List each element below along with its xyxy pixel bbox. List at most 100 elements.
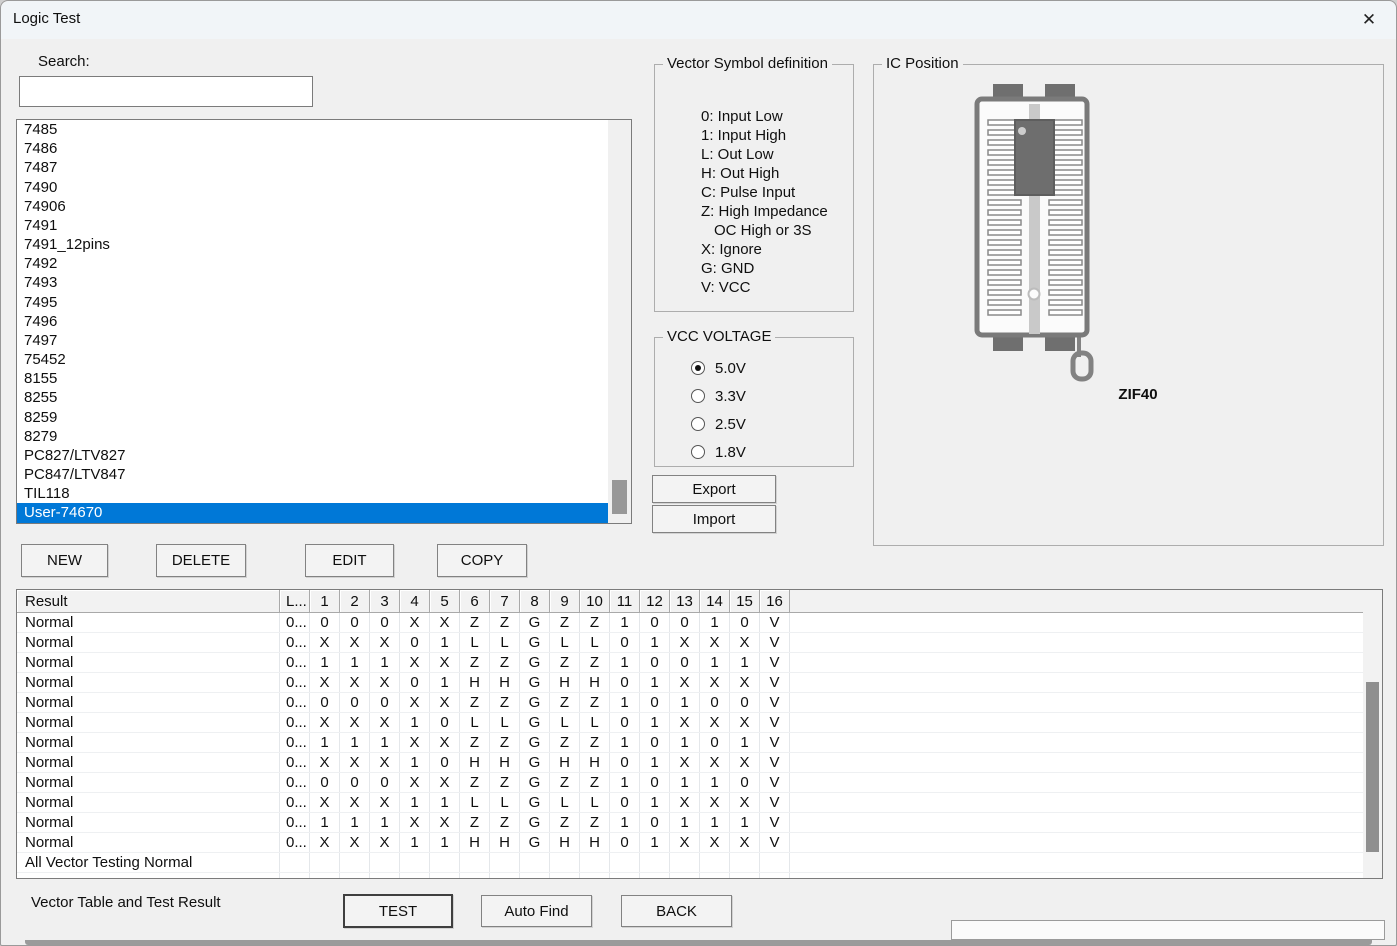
vector-symbol-line: G: GND xyxy=(701,259,828,278)
vcc-option[interactable]: 5.0V xyxy=(691,354,746,382)
device-list-item[interactable]: 7496 xyxy=(17,312,631,331)
table-header-cell[interactable]: 12 xyxy=(640,590,670,613)
table-header-cell[interactable]: 14 xyxy=(700,590,730,613)
table-header-cell[interactable]: 13 xyxy=(670,590,700,613)
copy-button[interactable]: COPY xyxy=(437,544,527,577)
result-cell: Normal xyxy=(17,653,280,672)
pin-cell: 0 xyxy=(610,793,640,812)
table-header-cell[interactable]: 1 xyxy=(310,590,340,613)
table-row[interactable]: Normal0...XXX10HHGHH01XXXV xyxy=(17,753,1363,773)
table-scrollbar[interactable] xyxy=(1363,590,1382,878)
device-list-scrollbar[interactable] xyxy=(608,120,631,523)
device-list-item[interactable]: User-74670 xyxy=(17,503,608,522)
table-row[interactable]: Normal0...XXX11LLGLL01XXXV xyxy=(17,793,1363,813)
new-button[interactable]: NEW xyxy=(21,544,108,577)
table-row[interactable]: Normal0...000XXZZGZZ10110V xyxy=(17,773,1363,793)
table-header-cell[interactable]: 5 xyxy=(430,590,460,613)
device-list-item[interactable]: 8279 xyxy=(17,427,631,446)
device-list-item[interactable]: TIL118 xyxy=(17,484,631,503)
table-header-cell[interactable]: 3 xyxy=(370,590,400,613)
device-list-item[interactable]: 7487 xyxy=(17,158,631,177)
table-header-cell[interactable]: 16 xyxy=(760,590,790,613)
device-list-item[interactable]: 74906 xyxy=(17,197,631,216)
device-list-item[interactable]: 8155 xyxy=(17,369,631,388)
close-icon[interactable]: ✕ xyxy=(1354,6,1384,34)
level-cell: 0... xyxy=(280,613,310,632)
pin-cell: L xyxy=(460,793,490,812)
pin-cell: 1 xyxy=(340,653,370,672)
table-row[interactable]: Normal0...XXX01HHGHH01XXXV xyxy=(17,673,1363,693)
device-list-item[interactable]: 7497 xyxy=(17,331,631,350)
vcc-option[interactable]: 1.8V xyxy=(691,438,746,466)
edit-button[interactable]: EDIT xyxy=(305,544,394,577)
pin-cell: 0 xyxy=(640,733,670,752)
table-row[interactable]: Normal0...XXX10LLGLL01XXXV xyxy=(17,713,1363,733)
pin-cell: Z xyxy=(580,733,610,752)
pin-cell: X xyxy=(370,793,400,812)
table-header-cell[interactable]: Result xyxy=(17,590,280,613)
pin-cell: Z xyxy=(550,773,580,792)
device-list-item[interactable]: 7486 xyxy=(17,139,631,158)
table-header-cell[interactable]: 4 xyxy=(400,590,430,613)
table-row[interactable]: Normal0...XXX11HHGHH01XXXV xyxy=(17,833,1363,853)
device-list-item[interactable]: 7492 xyxy=(17,254,631,273)
socket-name-label: ZIF40 xyxy=(1102,386,1174,403)
device-list-item[interactable]: 7491 xyxy=(17,216,631,235)
table-header-cell[interactable]: 6 xyxy=(460,590,490,613)
table-scrollbar-thumb[interactable] xyxy=(1366,682,1379,852)
test-button[interactable]: TEST xyxy=(343,894,453,928)
import-button[interactable]: Import xyxy=(652,505,776,533)
result-cell: Normal xyxy=(17,753,280,772)
table-header-cell[interactable]: 9 xyxy=(550,590,580,613)
pin-cell: V xyxy=(760,753,790,772)
device-list-item[interactable]: 8255 xyxy=(17,388,631,407)
level-cell: 0... xyxy=(280,793,310,812)
device-list-item[interactable]: 7485 xyxy=(17,120,631,139)
device-list-item[interactable]: 7493 xyxy=(17,273,631,292)
result-cell: Normal xyxy=(17,833,280,852)
table-header-cell[interactable]: 10 xyxy=(580,590,610,613)
export-button[interactable]: Export xyxy=(652,475,776,503)
vcc-option[interactable]: 3.3V xyxy=(691,382,746,410)
table-header-cell[interactable]: L... xyxy=(280,590,310,613)
pin-cell: X xyxy=(700,753,730,772)
pin-cell: X xyxy=(370,633,400,652)
pin-cell: H xyxy=(460,753,490,772)
radio-button-icon[interactable] xyxy=(691,417,705,431)
table-row[interactable]: Normal0...111XXZZGZZ10101V xyxy=(17,733,1363,753)
table-row[interactable]: Normal0...XXX01LLGLL01XXXV xyxy=(17,633,1363,653)
vcc-option[interactable]: 2.5V xyxy=(691,410,746,438)
table-row[interactable]: Normal0...000XXZZGZZ10100V xyxy=(17,693,1363,713)
auto-find-button[interactable]: Auto Find xyxy=(481,895,592,927)
device-list-item[interactable]: 75452 xyxy=(17,350,631,369)
device-list-item[interactable]: PC827/LTV827 xyxy=(17,446,631,465)
device-list-item[interactable]: 7490 xyxy=(17,178,631,197)
ic-position-group: IC Position xyxy=(873,64,1384,546)
table-header-cell[interactable]: 15 xyxy=(730,590,760,613)
delete-button[interactable]: DELETE xyxy=(156,544,246,577)
pin-cell: 1 xyxy=(670,693,700,712)
table-header-cell[interactable]: 2 xyxy=(340,590,370,613)
table-header-cell[interactable]: 7 xyxy=(490,590,520,613)
radio-button-icon[interactable] xyxy=(691,361,705,375)
device-list-item[interactable]: PC847/LTV847 xyxy=(17,465,631,484)
pin-cell: 1 xyxy=(610,653,640,672)
pin-cell: 1 xyxy=(370,733,400,752)
device-list-item[interactable]: 8259 xyxy=(17,408,631,427)
device-list-item[interactable]: 7495 xyxy=(17,293,631,312)
device-list-scrollbar-thumb[interactable] xyxy=(612,480,627,514)
table-row[interactable]: Normal0...111XXZZGZZ10111V xyxy=(17,813,1363,833)
device-list-item[interactable]: 7491_12pins xyxy=(17,235,631,254)
radio-button-icon[interactable] xyxy=(691,445,705,459)
pin-cell: 0 xyxy=(370,773,400,792)
radio-button-icon[interactable] xyxy=(691,389,705,403)
table-row[interactable]: Normal0...000XXZZGZZ10010V xyxy=(17,613,1363,633)
search-input[interactable] xyxy=(19,76,313,107)
pin-cell: G xyxy=(520,773,550,792)
pin-cell: X xyxy=(310,833,340,852)
progress-bar xyxy=(951,920,1385,940)
back-button[interactable]: BACK xyxy=(621,895,732,927)
table-header-cell[interactable]: 8 xyxy=(520,590,550,613)
table-row[interactable]: Normal0...111XXZZGZZ10011V xyxy=(17,653,1363,673)
table-header-cell[interactable]: 11 xyxy=(610,590,640,613)
